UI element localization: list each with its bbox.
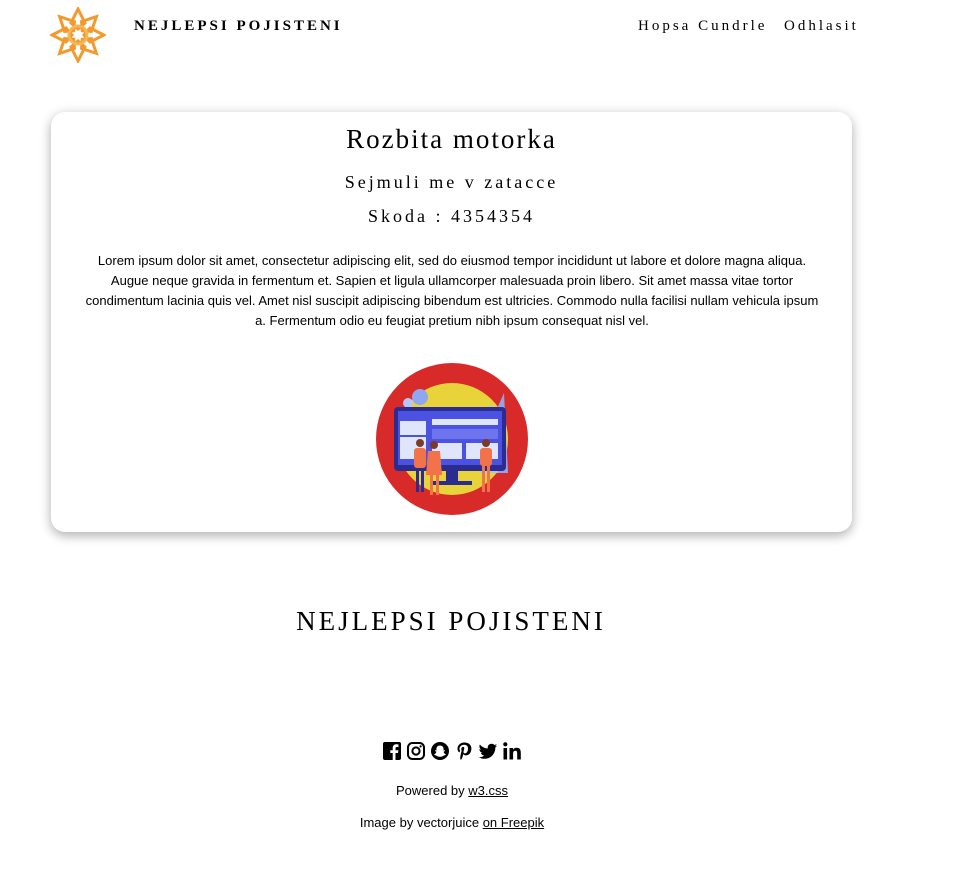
facebook-icon[interactable]	[382, 741, 402, 761]
nav-user-link[interactable]: Hopsa Cundrle	[638, 18, 767, 35]
image-credit-line: Image by vectorjuice on Freepik	[0, 815, 904, 830]
footer-brand-title: NEJLEPSI POJISTENI	[296, 606, 606, 636]
freepik-link[interactable]: on Freepik	[483, 815, 544, 830]
social-links	[382, 741, 522, 763]
card-title: Rozbita motorka	[346, 124, 557, 154]
twitter-icon[interactable]	[478, 741, 498, 761]
brand-name[interactable]: NEJLEPSI POJISTENI	[134, 18, 343, 35]
card-subtitle: Sejmuli me v zatacce	[344, 172, 559, 192]
image-credit-prefix: Image by vectorjuice	[359, 815, 483, 830]
sun-flower-logo-icon[interactable]	[50, 7, 106, 63]
team-computer-illustration	[376, 363, 528, 515]
snapchat-icon[interactable]	[430, 741, 450, 761]
insurance-event-card: Rozbita motorka Sejmuli me v zatacce Sko…	[51, 112, 852, 532]
nav-logout-link[interactable]: Odhlasit	[784, 18, 859, 35]
instagram-icon[interactable]	[406, 741, 426, 761]
powered-by-line: Powered by w3.css	[0, 783, 904, 798]
w3css-link[interactable]: w3.css	[468, 783, 508, 798]
card-description: Lorem ipsum dolor sit amet, consectetur …	[85, 253, 819, 328]
top-navigation-bar: NEJLEPSI POJISTENI Hopsa Cundrle Odhlasi…	[0, 0, 958, 70]
linkedin-icon[interactable]	[502, 741, 522, 761]
powered-by-prefix: Powered by	[396, 783, 469, 798]
pinterest-icon[interactable]	[454, 741, 474, 761]
card-damage-amount: Skoda : 4354354	[367, 206, 535, 226]
